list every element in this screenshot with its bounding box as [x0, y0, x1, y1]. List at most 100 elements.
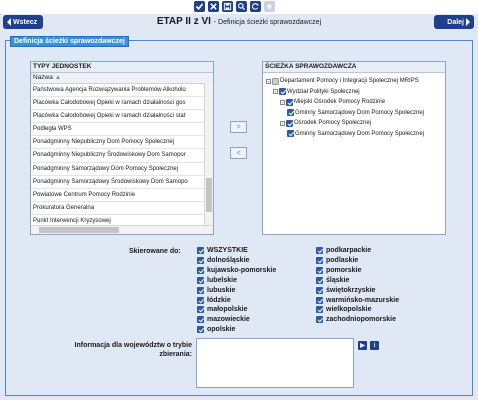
tree-node[interactable]: - Departament Pomocy i Integracji Społecz…: [266, 76, 419, 86]
voivodeship-checkbox[interactable]: [197, 306, 204, 314]
list-item[interactable]: Ponadgminny Niepubliczny Dom Pomocy Społ…: [31, 136, 205, 150]
voivodeship-option[interactable]: lubelskie: [197, 276, 237, 284]
list-item[interactable]: Ponadgminny Niepubliczny Środowiskowy Do…: [31, 149, 205, 163]
voivodeship-option[interactable]: podkarpackie: [316, 247, 371, 254]
page-title-subtitle: - Definicja ścieżki sprawozdawczej: [213, 19, 322, 26]
voivodeship-checkbox[interactable]: [316, 286, 323, 294]
voivodeship-option[interactable]: pomorskie: [316, 266, 362, 274]
voivodeship-checkbox[interactable]: [316, 316, 323, 324]
unit-list-hscroll[interactable]: [31, 225, 213, 234]
voivodeship-checkbox[interactable]: [316, 256, 323, 264]
list-item[interactable]: Prokuratura Generalna: [31, 202, 205, 215]
tree-node[interactable]: - Ośrodek Pomocy Społecznej: [280, 118, 371, 128]
voivodeship-label: śląskie: [326, 276, 350, 284]
voivodeship-label: opolskie: [207, 326, 236, 334]
list-item[interactable]: Ponadgminny Samorządowy Środowiskowy Dom…: [31, 176, 205, 189]
tree-node-checkbox[interactable]: [286, 119, 293, 127]
tree-node-label: Departament Pomocy i Integracji Społeczn…: [280, 78, 419, 84]
tree-node[interactable]: Gminny Samorządowy Dom Pomocy Społecznej: [287, 129, 424, 139]
unit-types-list: Państwowa Agencja Rozwiązywania Problemó…: [31, 84, 205, 226]
voivodeship-checkbox[interactable]: [197, 296, 204, 304]
voivodeship-checkbox[interactable]: [197, 286, 204, 294]
tree-node-checkbox[interactable]: [279, 88, 286, 95]
voivodeship-checkbox[interactable]: [316, 276, 323, 284]
voivodeship-label: warmińsko-mazurskie: [326, 296, 400, 304]
page-title: ETAP II z VI - Definicja ścieżki sprawoz…: [0, 16, 478, 27]
voivodeship-label: kujawsko-pomorskie: [207, 266, 277, 274]
tree-node-checkbox[interactable]: [287, 130, 294, 137]
collapse-icon[interactable]: -: [280, 99, 285, 105]
voivodeship-label: świętokrzyskie: [326, 286, 376, 294]
voivodeship-option[interactable]: opolskie: [197, 326, 236, 334]
arrow-right-icon[interactable]: ▶: [358, 341, 367, 350]
voivodeship-checkbox[interactable]: [197, 247, 204, 254]
section-legend: Definicja ścieżki sprawozdawczej: [10, 36, 129, 47]
save-icon[interactable]: [222, 1, 233, 12]
list-item[interactable]: Powiatowe Centrum Pomocy Rodzinie: [31, 189, 205, 202]
voivodeship-option[interactable]: małopolskie: [197, 306, 247, 314]
voivodeship-checkbox[interactable]: [197, 266, 204, 274]
reporting-path-panel: ŚCIEŻKA SPRAWOZDAWCZA - Departament Pomoc…: [262, 61, 446, 235]
remove-from-path-button[interactable]: <: [230, 147, 247, 159]
voivodeship-checkbox[interactable]: [316, 296, 323, 304]
close-icon[interactable]: [208, 1, 219, 12]
voivodeship-option[interactable]: zachodniopomorskie: [316, 316, 397, 324]
search-icon[interactable]: [236, 1, 247, 12]
voivodeship-option[interactable]: dolnośląskie: [197, 256, 250, 264]
scroll-thumb[interactable]: [206, 178, 212, 212]
unit-types-title: TYPY JEDNOSTEK: [31, 62, 213, 73]
voivodeship-label: pomorskie: [326, 266, 362, 274]
voivodeship-option[interactable]: śląskie: [316, 276, 350, 284]
info-textarea[interactable]: [196, 338, 354, 388]
voivodeship-checkbox[interactable]: [316, 266, 323, 274]
name-column-header[interactable]: Nazwa ▲: [31, 73, 213, 84]
voivodeship-label: dolnośląskie: [207, 256, 250, 264]
voivodeship-option[interactable]: lubuskie: [197, 286, 235, 294]
add-to-path-button[interactable]: >: [230, 121, 247, 133]
voivodeship-checkbox[interactable]: [316, 247, 323, 254]
voivodeship-checkbox[interactable]: [197, 276, 204, 284]
collapse-icon[interactable]: -: [266, 78, 271, 84]
collapse-icon[interactable]: -: [280, 120, 285, 126]
info-icon[interactable]: i: [370, 341, 379, 350]
voivodeship-label: podlaskie: [326, 256, 359, 264]
tree-node-label: Ośrodek Pomocy Społecznej: [294, 120, 372, 126]
list-item[interactable]: Ponadgminny Samorządowy Dom Pomocy Społe…: [31, 163, 205, 176]
tree-node-label: Miejski Ośrodek Pomocy Rodzinie: [294, 99, 386, 105]
voivodeship-option[interactable]: łódzkie: [197, 296, 231, 304]
info-label: Informacja dla województw o trybie zbier…: [74, 342, 192, 358]
disabled-icon: [264, 1, 275, 12]
voivodeship-checkbox[interactable]: [197, 316, 204, 324]
refresh-icon[interactable]: [250, 1, 261, 12]
top-toolbar: [0, 0, 478, 14]
tree-node[interactable]: Gminny Samorządowy Dom Pomocy Społecznej: [287, 108, 424, 118]
voivodeship-option[interactable]: mazowieckie: [197, 316, 250, 324]
tree-node[interactable]: - Wydział Polityki Społecznej: [273, 87, 360, 97]
tree-node-checkbox[interactable]: [287, 109, 294, 116]
tree-node[interactable]: - Miejski Ośrodek Pomocy Rodzinie: [280, 97, 385, 107]
voivodeship-option[interactable]: WSZYSTKIE: [197, 247, 248, 254]
voivodeship-option[interactable]: podlaskie: [316, 256, 359, 264]
voivodeship-checkbox[interactable]: [197, 326, 204, 334]
list-item[interactable]: Placówka Całodobowej Opieki w ramach dzi…: [31, 110, 205, 124]
voivodeship-checkbox[interactable]: [197, 256, 204, 264]
voivodeship-option[interactable]: świętokrzyskie: [316, 286, 376, 294]
list-item[interactable]: Podległa WPS: [31, 123, 205, 137]
tree-node-checkbox[interactable]: [286, 98, 293, 106]
list-item[interactable]: Placówka Całodobowej Opieki w ramach dzi…: [31, 97, 205, 111]
voivodeship-label: zachodniopomorskie: [326, 316, 397, 324]
voivodeship-label: WSZYSTKIE: [207, 247, 248, 254]
check-icon[interactable]: [194, 1, 205, 12]
voivodeship-option[interactable]: warmińsko-mazurskie: [316, 296, 400, 304]
list-item[interactable]: Państwowa Agencja Rozwiązywania Problemó…: [31, 84, 205, 98]
collapse-icon[interactable]: -: [273, 89, 278, 95]
voivodeship-label: łódzkie: [207, 296, 231, 304]
tree-node-checkbox[interactable]: [272, 77, 279, 85]
voivodeship-label: mazowieckie: [207, 316, 250, 324]
voivodeship-checkbox[interactable]: [316, 306, 323, 314]
voivodeship-option[interactable]: wielkopolskie: [316, 306, 372, 314]
unit-list-vscroll[interactable]: [204, 83, 213, 226]
hscroll-thumb[interactable]: [39, 227, 119, 233]
unit-types-panel: TYPY JEDNOSTEK Nazwa ▲ Państwowa Agencja…: [30, 61, 214, 235]
voivodeship-option[interactable]: kujawsko-pomorskie: [197, 266, 277, 274]
